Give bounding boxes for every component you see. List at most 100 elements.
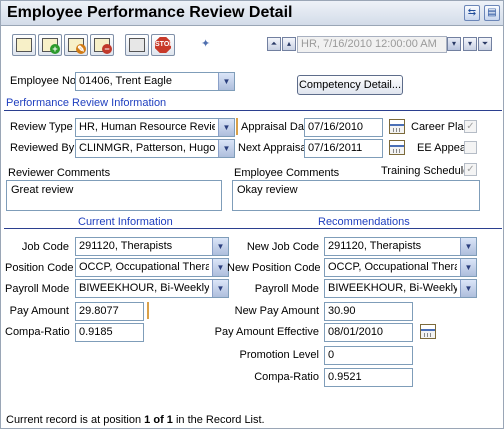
new-job-code-label: New Job Code (246, 241, 319, 253)
status-suffix: in the Record List. (172, 414, 265, 426)
recommendations-heading: Recommendations (318, 216, 410, 228)
position-code-select[interactable]: OCCP, Occupational Therapist ▼ (75, 258, 229, 277)
first-record-button[interactable]: ⏶ (267, 37, 281, 51)
current-info-heading: Current Information (78, 216, 173, 228)
chevron-down-icon: ▼ (460, 259, 476, 276)
chevron-down-icon: ▼ (212, 238, 228, 255)
training-scheduled-label: Training Scheduled (381, 165, 476, 177)
calendar-icon[interactable] (420, 324, 436, 339)
edit-record-button[interactable]: ✎ (64, 34, 88, 56)
employee-no-select[interactable]: 01406, Trent Eagle ▼ (75, 72, 235, 91)
next-appraisal-field[interactable]: 07/16/2011 (304, 139, 383, 158)
review-type-value: HR, Human Resource Review (79, 121, 215, 133)
performance-section-heading: Performance Review Information (6, 97, 167, 109)
minus-icon: − (102, 44, 112, 54)
view-list-button[interactable] (12, 34, 36, 56)
job-code-label: Job Code (21, 241, 69, 253)
next-appraisal-label: Next Appraisal (238, 142, 309, 154)
section-divider (4, 110, 502, 111)
pay-amount-effective-label: Pay Amount Effective (214, 326, 319, 338)
career-plan-checkbox[interactable]: ✓ (464, 120, 477, 133)
next-record-button[interactable]: ▾ (463, 37, 477, 51)
chevron-down-icon: ▼ (218, 140, 234, 157)
new-compa-ratio-field[interactable]: 0.9521 (324, 368, 413, 387)
job-code-select[interactable]: 291120, Therapists ▼ (75, 237, 229, 256)
employee-no-value: 01406, Trent Eagle (79, 75, 172, 87)
required-marker (236, 118, 238, 135)
pay-amount-label: Pay Amount (9, 305, 69, 317)
pay-amount-effective-field[interactable]: 08/01/2010 (324, 323, 413, 342)
new-payroll-mode-label: Payroll Mode (254, 283, 319, 295)
new-payroll-mode-select[interactable]: BIWEEKHOUR, Bi-Weekly Pay ▼ (324, 279, 477, 298)
review-type-label: Review Type (10, 121, 73, 133)
position-code-label: Position Code (5, 262, 74, 274)
reviewed-by-value: CLINMGR, Patterson, Hugo (79, 142, 215, 154)
cancel-button[interactable]: STOP (151, 34, 175, 56)
calendar-icon[interactable] (389, 119, 405, 134)
new-position-code-value: OCCP, Occupational Therapist (328, 261, 457, 273)
section-divider (4, 228, 502, 229)
chevron-down-icon: ▼ (212, 259, 228, 276)
refresh-icon[interactable]: ⇆ (464, 5, 480, 21)
reviewed-by-select[interactable]: CLINMGR, Patterson, Hugo ▼ (75, 139, 235, 158)
page-title: Employee Performance Review Detail (7, 4, 293, 21)
reviewed-by-label: Reviewed By (10, 142, 75, 154)
promotion-level-label: Promotion Level (239, 349, 320, 361)
payroll-mode-select[interactable]: BIWEEKHOUR, Bi-Weekly Pay ▼ (75, 279, 229, 298)
new-pay-amount-label: New Pay Amount (234, 305, 319, 317)
plus-icon: + (50, 44, 60, 54)
review-window: Employee Performance Review Detail ⇆ ▤ +… (0, 0, 504, 429)
pin-icon[interactable]: ✦ (201, 37, 210, 50)
save-button[interactable] (125, 34, 149, 56)
compa-ratio-field[interactable]: 0.9185 (75, 323, 144, 342)
reviewer-comments-label: Reviewer Comments (8, 167, 111, 179)
competency-detail-button[interactable]: Competency Detail... (297, 75, 403, 95)
chevron-down-icon: ▼ (218, 73, 234, 90)
stop-icon: STOP (155, 37, 171, 53)
employee-no-label: Employee No (10, 75, 77, 87)
new-payroll-mode-value: BIWEEKHOUR, Bi-Weekly Pay (328, 282, 457, 294)
chevron-down-icon: ▼ (218, 119, 234, 136)
employee-comments-label: Employee Comments (234, 167, 340, 179)
new-job-code-select[interactable]: 291120, Therapists ▼ (324, 237, 477, 256)
payroll-mode-value: BIWEEKHOUR, Bi-Weekly Pay (79, 282, 209, 294)
title-bar: Employee Performance Review Detail ⇆ ▤ (1, 1, 503, 26)
record-list-icon (16, 38, 32, 52)
chevron-down-icon: ▼ (460, 238, 476, 255)
floppy-disk-icon (129, 38, 145, 52)
promotion-level-field[interactable]: 0 (324, 346, 413, 365)
ee-appeal-label: EE Appeal (417, 142, 469, 154)
job-code-value: 291120, Therapists (79, 240, 173, 252)
new-pay-amount-field[interactable]: 30.90 (324, 302, 413, 321)
record-navigator-value: HR, 7/16/2010 12:00:00 AM (301, 38, 437, 50)
chevron-down-icon: ▼ (212, 280, 228, 297)
status-prefix: Current record is at position (6, 414, 145, 426)
appraisal-date-field[interactable]: 07/16/2010 (304, 118, 383, 137)
new-compa-ratio-label: Compa-Ratio (254, 371, 319, 383)
required-marker (147, 302, 149, 319)
record-navigator-select[interactable]: HR, 7/16/2010 12:00:00 AM (297, 36, 447, 53)
last-record-button[interactable]: ⏷ (478, 37, 492, 51)
delete-record-button[interactable]: − (90, 34, 114, 56)
new-position-code-label: New Position Code (227, 262, 321, 274)
pencil-icon: ✎ (76, 44, 86, 54)
print-icon[interactable]: ▤ (484, 5, 500, 21)
employee-comments-textarea[interactable]: Okay review (232, 180, 480, 211)
previous-record-button[interactable]: ▴ (282, 37, 296, 51)
new-position-code-select[interactable]: OCCP, Occupational Therapist ▼ (324, 258, 477, 277)
position-code-value: OCCP, Occupational Therapist (79, 261, 209, 273)
training-scheduled-checkbox[interactable]: ✓ (464, 163, 477, 176)
chevron-down-icon: ▼ (460, 280, 476, 297)
review-type-select[interactable]: HR, Human Resource Review ▼ (75, 118, 235, 137)
payroll-mode-label: Payroll Mode (5, 283, 70, 295)
career-plan-label: Career Plan (411, 121, 470, 133)
pay-amount-field[interactable]: 29.8077 (75, 302, 144, 321)
reviewer-comments-textarea[interactable]: Great review (6, 180, 222, 211)
compa-ratio-label: Compa-Ratio (5, 326, 70, 338)
new-job-code-value: 291120, Therapists (328, 240, 422, 252)
ee-appeal-checkbox[interactable] (464, 141, 477, 154)
navigator-dropdown-icon[interactable]: ▾ (447, 37, 461, 51)
add-record-button[interactable]: + (38, 34, 62, 56)
status-position: 1 of 1 (144, 414, 173, 426)
calendar-icon[interactable] (389, 140, 405, 155)
